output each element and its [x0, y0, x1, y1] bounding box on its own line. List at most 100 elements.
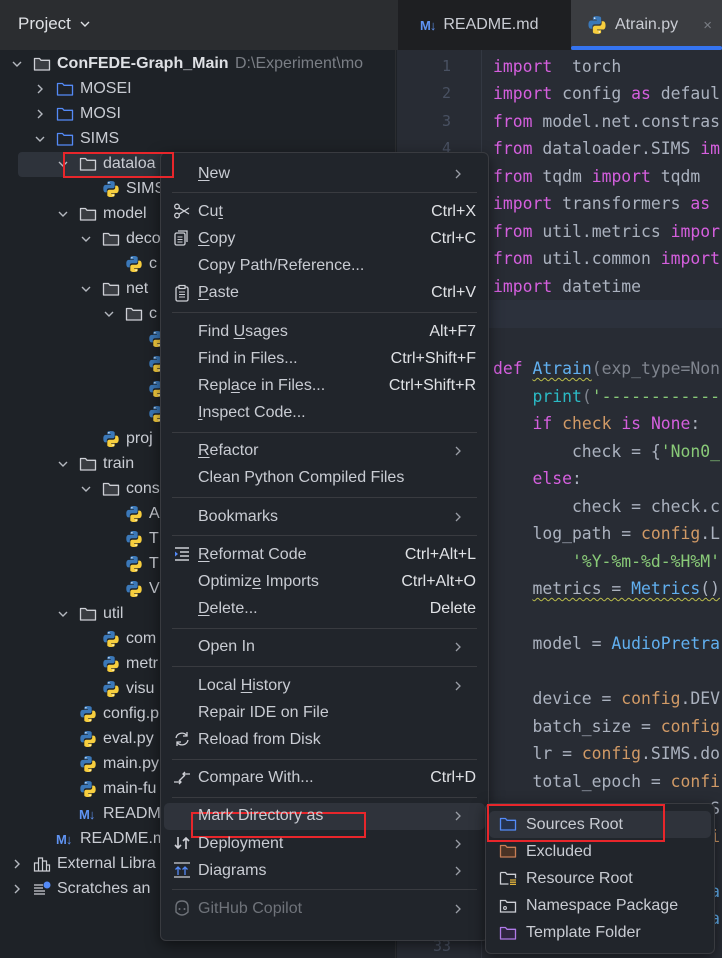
tab-label: Atrain.py: [615, 16, 679, 33]
tree-item-label: metr: [126, 655, 158, 672]
code-line[interactable]: from dataloader.SIMS im: [493, 135, 720, 163]
folder-icon: [79, 204, 97, 224]
menu-item-label: Copy Path/Reference...: [198, 257, 365, 275]
chevron-down-icon[interactable]: [103, 304, 115, 324]
menu-item-replace-in-files[interactable]: Replace in Files...Repla Ctrl+Shift+R: [161, 372, 488, 399]
code-line[interactable]: def Atrain(exp_type=Non: [493, 355, 720, 383]
submenu-item-sources-root[interactable]: Sources Root: [486, 811, 714, 839]
tree-item[interactable]: MOSEI: [0, 77, 395, 102]
code-line[interactable]: lr = config.SIMS.do: [493, 740, 720, 768]
code-token: as: [690, 194, 711, 213]
close-tab-icon[interactable]: ×: [703, 17, 712, 34]
code-line[interactable]: model = AudioPretra: [493, 630, 720, 658]
tree-item-label: MOSI: [80, 105, 121, 122]
menu-item-local-history[interactable]: Local HistoryLocal H: [161, 672, 488, 699]
chevron-right-icon[interactable]: [11, 854, 23, 874]
chevron-right-icon[interactable]: [34, 104, 46, 124]
menu-item-new[interactable]: NewN: [161, 160, 488, 187]
code-line[interactable]: import torch: [493, 53, 621, 81]
tree-item-label: util: [103, 605, 124, 622]
chevron-right-icon[interactable]: [34, 79, 46, 99]
menu-item-repair-ide-on-file[interactable]: Repair IDE on File: [161, 699, 488, 726]
menu-item-copy[interactable]: CopyC Ctrl+C: [161, 225, 488, 252]
submenu-item-resource-root[interactable]: Resource Root: [486, 865, 714, 892]
menu-item-refactor[interactable]: RefactorR: [161, 438, 488, 465]
menu-item-optimize-imports[interactable]: Optimize ImportsOptimize Ctrl+Alt+O: [161, 568, 488, 595]
tab-readme[interactable]: M↓ README.md: [398, 0, 571, 50]
python-file-icon: [79, 754, 97, 774]
chevron-down-icon[interactable]: [57, 454, 69, 474]
menu-item-label: Reload from Disk: [198, 730, 321, 748]
menu-item-shortcut: Ctrl+D: [430, 769, 476, 787]
code-token: import: [660, 249, 720, 268]
menu-item-bookmarks[interactable]: Bookmarks: [161, 503, 488, 530]
code-line[interactable]: check = check.c: [493, 493, 720, 521]
code-line[interactable]: import datetime: [493, 273, 641, 301]
code-line[interactable]: from util.common import: [493, 245, 720, 273]
menu-item-label-wrap: Inspect Code...I: [198, 404, 306, 422]
chevron-down-icon[interactable]: [80, 229, 92, 249]
chevron-right-icon[interactable]: [11, 879, 23, 899]
code-line[interactable]: device = config.DEV: [493, 685, 720, 713]
code-line[interactable]: check = {'Non0_: [493, 438, 720, 466]
menu-item-find-usages[interactable]: Find UsagesFind U Alt+F7: [161, 318, 488, 345]
menu-separator: [161, 492, 488, 503]
menu-item-delete[interactable]: Delete...D Delete: [161, 596, 488, 623]
chevron-down-icon[interactable]: [34, 129, 46, 149]
folder-excluded-icon: [499, 842, 517, 860]
menu-item-reload-from-disk[interactable]: Reload from Disk: [161, 726, 488, 753]
menu-item-label: Repair IDE on File: [198, 703, 329, 721]
submenu-item-namespace-package[interactable]: Namespace Package: [486, 893, 714, 920]
top-bar: Project M↓ README.md Atrain.py ×: [0, 0, 722, 50]
chevron-down-icon[interactable]: [11, 54, 23, 74]
project-view-selector[interactable]: Project: [18, 14, 91, 34]
menu-item-find-in-files[interactable]: Find in Files... Ctrl+Shift+F: [161, 345, 488, 372]
code-line[interactable]: log_path = config.L: [493, 520, 720, 548]
menu-item-label-wrap: PasteP: [198, 284, 239, 302]
code-line[interactable]: print('------------: [493, 383, 720, 411]
code-token: transformers: [552, 194, 691, 213]
chevron-down-icon[interactable]: [80, 479, 92, 499]
code-line[interactable]: if check is None:: [493, 410, 700, 438]
submenu-item-label: Excluded: [526, 842, 592, 860]
menu-item-inspect-code[interactable]: Inspect Code...I: [161, 400, 488, 427]
menu-item-mark-directory-as[interactable]: Mark Directory as: [161, 802, 488, 831]
python-file-icon: [102, 429, 120, 449]
chevron-down-icon[interactable]: [57, 154, 69, 174]
code-line[interactable]: else:: [493, 465, 581, 493]
code-line[interactable]: import transformers as: [493, 190, 710, 218]
code-line[interactable]: from util.metrics impor: [493, 218, 720, 246]
code-line[interactable]: metrics = Metrics(): [493, 575, 720, 603]
menu-item-open-in[interactable]: Open In: [161, 634, 488, 661]
menu-item-label-wrap: Diagrams: [198, 862, 266, 880]
tree-item[interactable]: MOSI: [0, 102, 395, 127]
chevron-down-icon[interactable]: [57, 204, 69, 224]
menu-item-reformat-code[interactable]: Reformat CodeR Ctrl+Alt+L: [161, 541, 488, 568]
submenu-item-excluded[interactable]: Excluded: [486, 838, 714, 865]
code-line[interactable]: from model.net.constras: [493, 108, 720, 136]
code-line[interactable]: from tqdm import tqdm: [493, 163, 700, 191]
chevron-down-icon[interactable]: [80, 279, 92, 299]
menu-item-github-copilot[interactable]: GitHub Copilot: [161, 895, 488, 922]
menu-separator: [161, 792, 488, 803]
menu-item-compare-with[interactable]: Compare With... Ctrl+D: [161, 765, 488, 792]
menu-item-deployment[interactable]: Deployment: [161, 830, 488, 857]
python-file-icon: [102, 629, 120, 649]
code-line[interactable]: import config as defaul: [493, 80, 720, 108]
tree-item[interactable]: SIMS: [0, 127, 395, 152]
menu-item-cut[interactable]: CutCut Ctrl+X: [161, 198, 488, 225]
menu-item-clean-python-compiled-files[interactable]: Clean Python Compiled Files: [161, 465, 488, 492]
code-line[interactable]: '%Y-%m-%d-%H%M': [493, 548, 720, 576]
tab-atrain[interactable]: Atrain.py ×: [571, 0, 722, 50]
clipboard-icon: [173, 284, 191, 302]
menu-item-diagrams[interactable]: Diagrams: [161, 857, 488, 884]
code-line[interactable]: total_epoch = confi: [493, 768, 720, 796]
python-file-icon: [125, 529, 143, 549]
menu-item-copy-path-reference[interactable]: Copy Path/Reference...: [161, 253, 488, 280]
menu-item-paste[interactable]: PasteP Ctrl+V: [161, 280, 488, 307]
tree-item[interactable]: ConFEDE-Graph_Main D:\Experiment\mo: [0, 52, 395, 77]
code-line[interactable]: batch_size = config: [493, 713, 720, 741]
python-file-icon: [102, 179, 120, 199]
submenu-item-template-folder[interactable]: Template Folder: [486, 920, 714, 947]
chevron-down-icon[interactable]: [57, 604, 69, 624]
